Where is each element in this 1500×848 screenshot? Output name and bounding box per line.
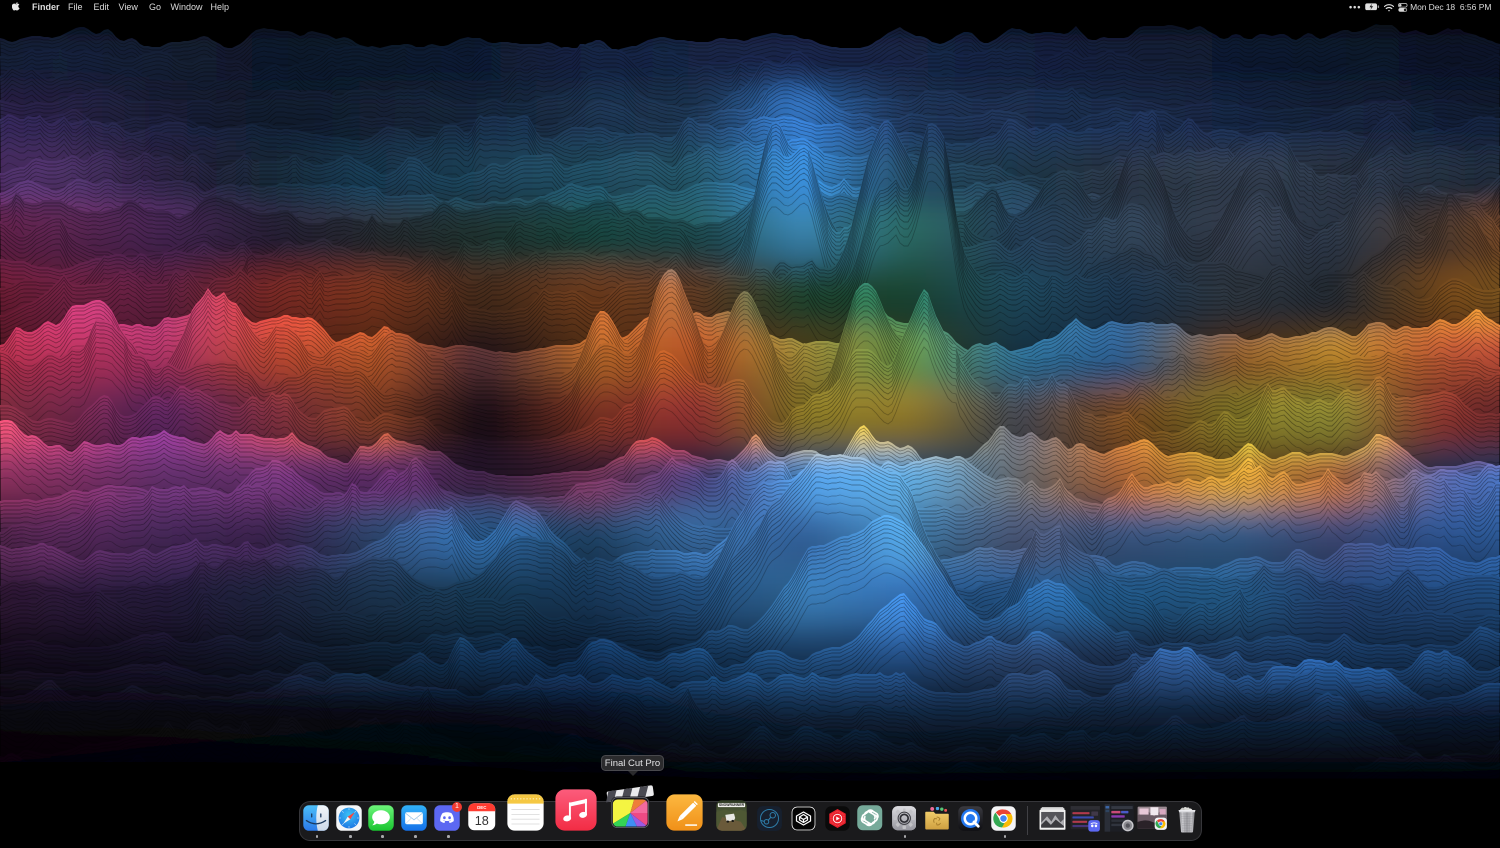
svg-text:DEC: DEC — [477, 805, 487, 810]
svg-text:18: 18 — [475, 814, 489, 828]
svg-text:SNOWRUNNER: SNOWRUNNER — [719, 803, 745, 807]
